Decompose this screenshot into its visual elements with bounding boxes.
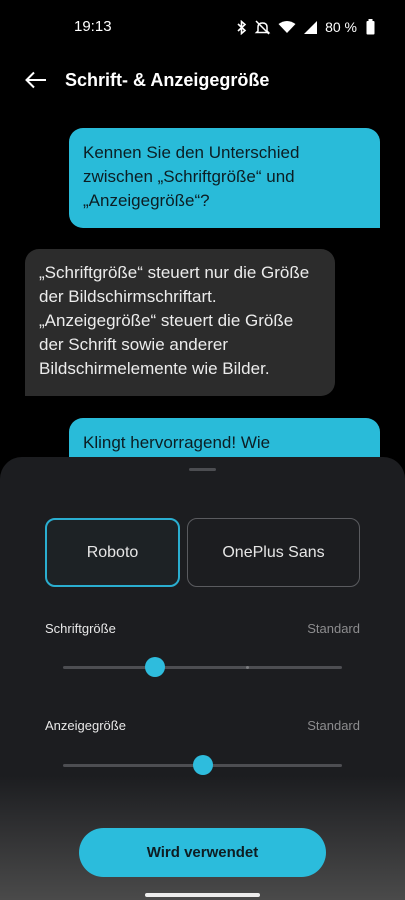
arrow-left-icon — [25, 71, 47, 94]
schriftgroesse-slider[interactable] — [63, 656, 342, 678]
app-header: Schrift- & Anzeigegröße — [0, 54, 405, 108]
battery-icon — [366, 19, 375, 35]
status-bar: 19:13 80 % — [0, 0, 405, 54]
status-time: 19:13 — [74, 18, 112, 35]
font-size-sheet: Roboto OnePlus Sans Schriftgröße Standar… — [0, 457, 405, 900]
slider-thumb[interactable] — [192, 755, 213, 775]
schriftgroesse-label: Schriftgröße — [45, 621, 116, 636]
chat-bubble-outgoing: Kennen Sie den Unterschied zwischen „Sch… — [69, 128, 380, 228]
slider-track — [63, 666, 342, 669]
font-option-roboto[interactable]: Roboto — [45, 518, 180, 587]
apply-button[interactable]: Wird verwendet — [79, 828, 326, 877]
battery-percentage: 80 % — [325, 19, 357, 35]
anzeigegroesse-slider[interactable] — [63, 754, 342, 776]
drag-handle[interactable] — [189, 468, 216, 471]
status-icons: 80 % — [237, 17, 375, 37]
back-button[interactable] — [22, 68, 50, 96]
bluetooth-icon — [237, 19, 247, 35]
page-title: Schrift- & Anzeigegröße — [65, 70, 270, 90]
schriftgroesse-value: Standard — [307, 621, 360, 636]
font-option-oneplus-sans[interactable]: OnePlus Sans — [187, 518, 360, 587]
home-indicator — [145, 893, 260, 897]
anzeigegroesse-value: Standard — [307, 718, 360, 733]
anzeigegroesse-label: Anzeigegröße — [45, 718, 126, 733]
slider-thumb[interactable] — [145, 657, 166, 677]
mute-icon — [254, 19, 271, 35]
chat-bubble-incoming: „Schriftgröße“ steuert nur die Größe der… — [25, 249, 335, 396]
wifi-icon — [278, 20, 296, 34]
signal-icon — [303, 20, 318, 35]
